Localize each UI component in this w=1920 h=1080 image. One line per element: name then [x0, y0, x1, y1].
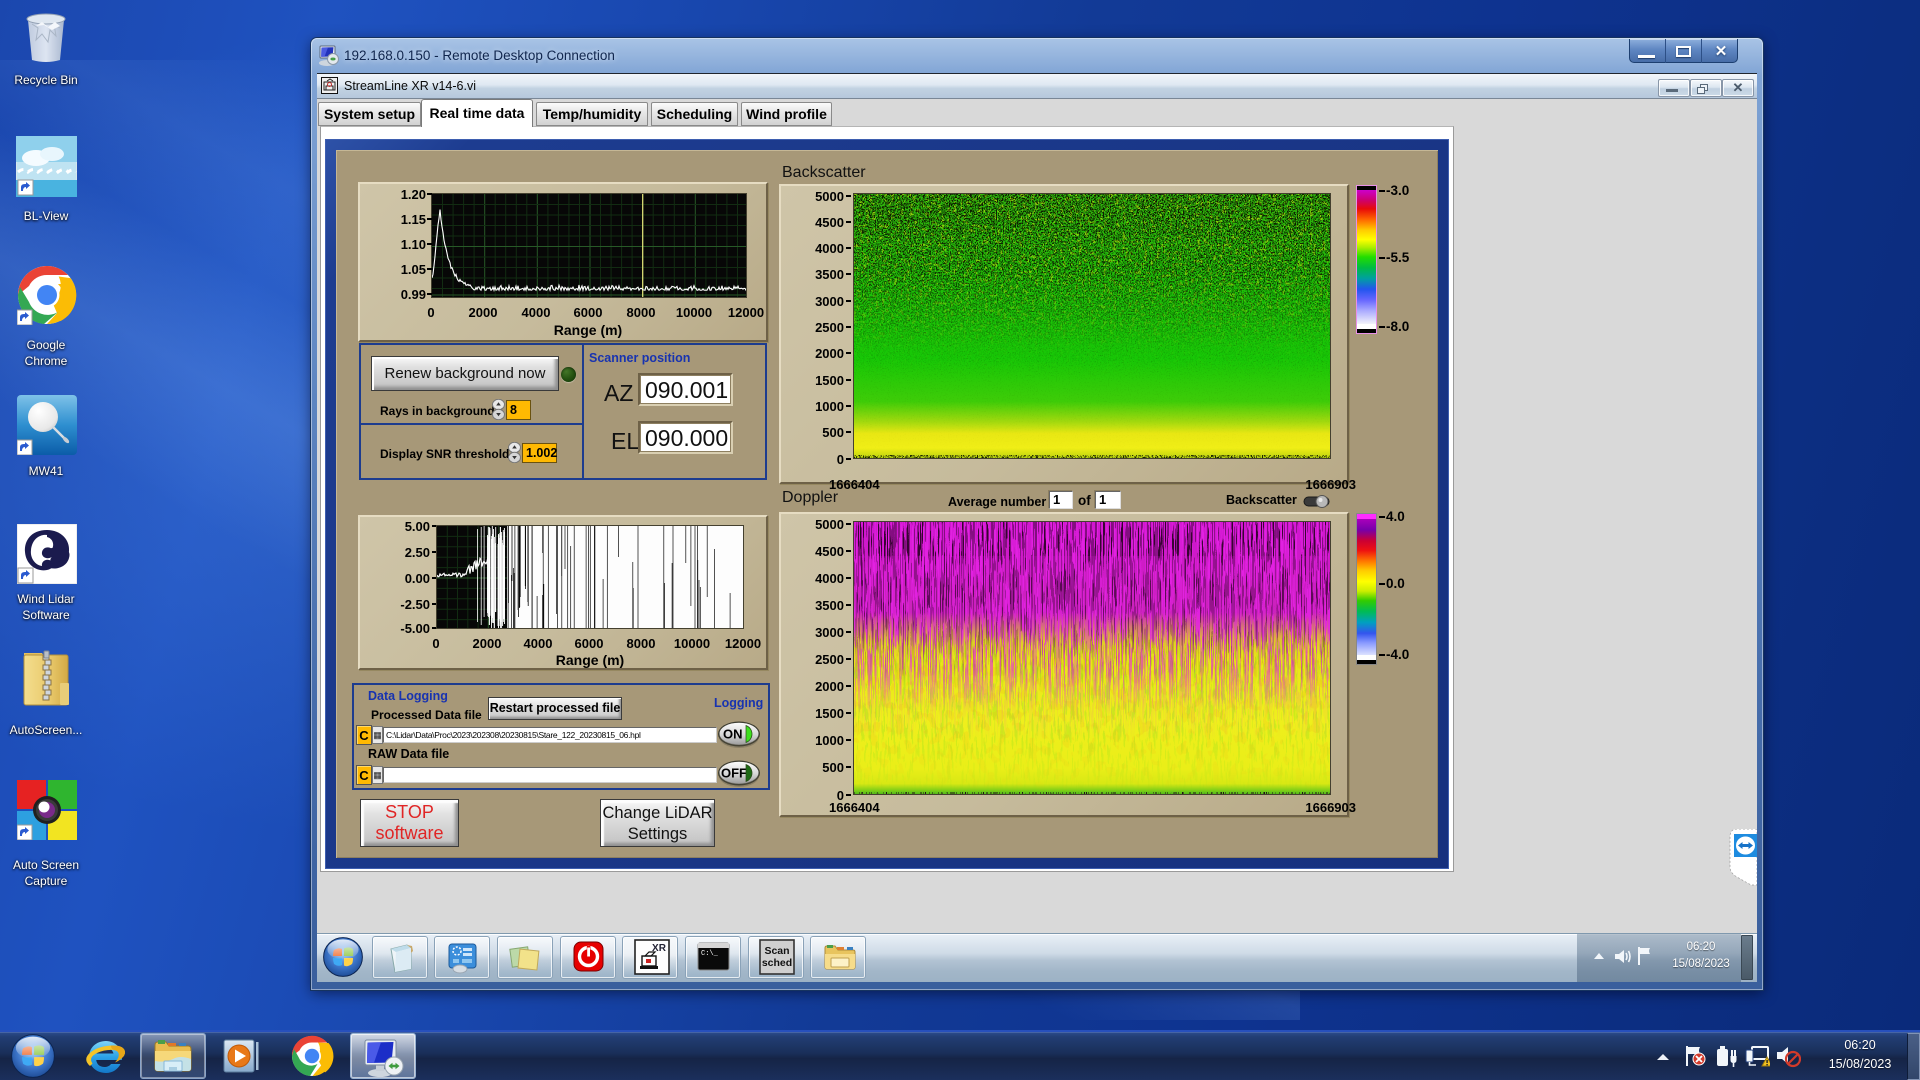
svg-text:C:\_: C:\_: [701, 950, 719, 958]
svg-text:ON: ON: [723, 727, 743, 742]
svg-text:sched: sched: [762, 957, 792, 969]
svg-text:Scan: Scan: [764, 945, 789, 957]
svg-text:OFF: OFF: [721, 766, 747, 781]
